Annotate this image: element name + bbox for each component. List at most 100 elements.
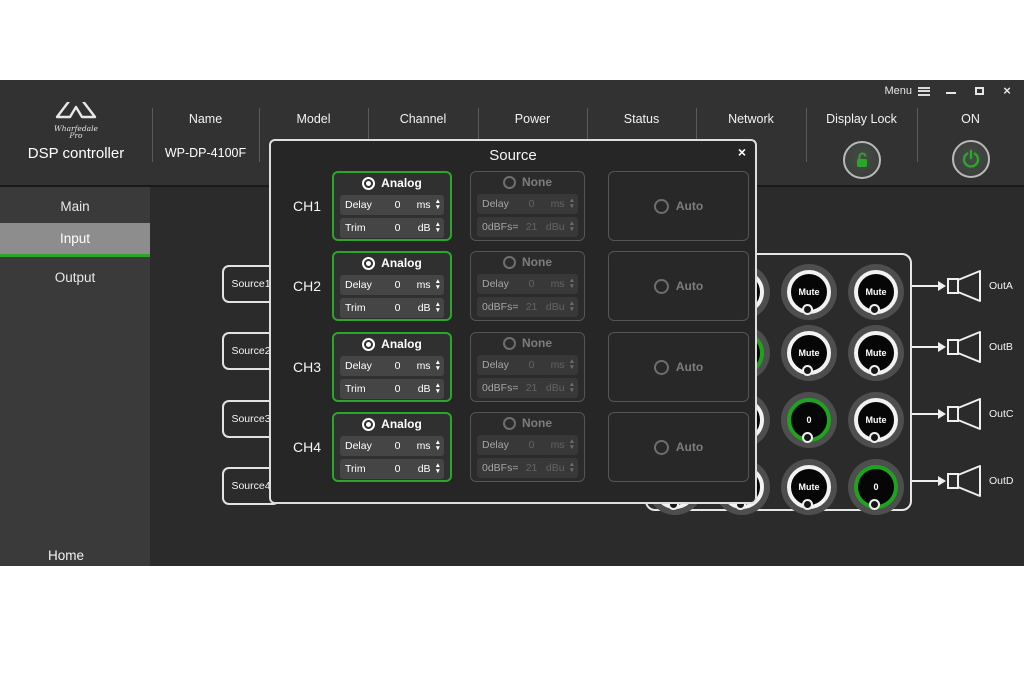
none-radio-row[interactable]: None (471, 172, 584, 192)
radio-selected-icon[interactable] (362, 338, 375, 351)
maximize-button[interactable] (972, 85, 986, 97)
auto-source-box[interactable]: Auto (608, 412, 749, 482)
analog-radio-row[interactable]: Analog (334, 173, 450, 193)
trim-unit: dB (409, 463, 431, 475)
trim-field[interactable]: Trim 0 dB ▲▼ (340, 218, 444, 238)
lock-open-icon (853, 151, 871, 169)
radio-unselected-icon[interactable] (503, 176, 516, 189)
trim-value[interactable]: 0 (387, 383, 409, 395)
auto-source-box[interactable]: Auto (608, 332, 749, 402)
sidebar-item-input[interactable]: Input (0, 223, 150, 257)
delay-spinner[interactable]: ▲▼ (435, 199, 441, 211)
routing-knob[interactable]: Mute (787, 331, 831, 375)
radio-selected-icon[interactable] (362, 177, 375, 190)
digital-source-box[interactable]: None Delay 0 ms ▲▼ 0dBFs= 21 dBu ▲▼ (470, 171, 585, 241)
analog-source-box[interactable]: Analog Delay 0 ms ▲▼ Trim 0 dB ▲▼ (332, 412, 452, 482)
radio-selected-icon[interactable] (362, 418, 375, 431)
none-radio-row[interactable]: None (471, 252, 584, 272)
radio-unselected-icon[interactable] (654, 440, 669, 455)
source-box-label: Source4 (231, 480, 270, 492)
delay-value[interactable]: 0 (387, 360, 409, 372)
power-icon (961, 149, 981, 169)
radio-unselected-icon[interactable] (654, 279, 669, 294)
trim-value[interactable]: 0 (387, 302, 409, 314)
spinner-down-icon[interactable]: ▼ (435, 446, 441, 452)
delay-spinner[interactable]: ▲▼ (435, 360, 441, 372)
trim-field[interactable]: Trim 0 dB ▲▼ (340, 379, 444, 399)
delay-field[interactable]: Delay 0 ms ▲▼ (340, 275, 444, 295)
routing-knob[interactable]: Mute (854, 398, 898, 442)
analog-source-box[interactable]: Analog Delay 0 ms ▲▼ Trim 0 dB ▲▼ (332, 171, 452, 241)
delay-field[interactable]: Delay 0 ms ▲▼ (340, 195, 444, 215)
trim-spinner[interactable]: ▲▼ (435, 302, 441, 314)
radio-unselected-icon[interactable] (654, 360, 669, 375)
none-radio-row[interactable]: None (471, 413, 584, 433)
sidebar-item-output[interactable]: Output (0, 263, 150, 293)
digital-source-box[interactable]: None Delay 0 ms ▲▼ 0dBFs= 21 dBu ▲▼ (470, 251, 585, 321)
none-radio-row[interactable]: None (471, 333, 584, 353)
delay-unit: ms (543, 198, 565, 210)
knob-indicator-dot (802, 432, 813, 443)
trim-unit: dB (409, 383, 431, 395)
digital-source-box[interactable]: None Delay 0 ms ▲▼ 0dBFs= 21 dBu ▲▼ (470, 412, 585, 482)
delay-field[interactable]: Delay 0 ms ▲▼ (340, 356, 444, 376)
analog-radio-row[interactable]: Analog (334, 334, 450, 354)
routing-knob[interactable]: Mute (854, 331, 898, 375)
trim-spinner[interactable]: ▲▼ (435, 463, 441, 475)
analog-radio-row[interactable]: Analog (334, 414, 450, 434)
minimize-icon (946, 92, 956, 94)
radio-dot (366, 181, 371, 186)
radio-unselected-icon[interactable] (503, 256, 516, 269)
dbfs-value: 21 (521, 462, 543, 474)
menu-button[interactable]: Menu (884, 85, 930, 97)
trim-value[interactable]: 0 (387, 222, 409, 234)
analog-radio-label: Analog (381, 256, 422, 270)
auto-source-box[interactable]: Auto (608, 251, 749, 321)
analog-source-box[interactable]: Analog Delay 0 ms ▲▼ Trim 0 dB ▲▼ (332, 251, 452, 321)
routing-knob[interactable]: Mute (787, 270, 831, 314)
display-lock-button[interactable] (843, 141, 881, 179)
delay-spinner[interactable]: ▲▼ (435, 279, 441, 291)
radio-selected-icon[interactable] (362, 257, 375, 270)
delay-value[interactable]: 0 (387, 199, 409, 211)
digital-source-box[interactable]: None Delay 0 ms ▲▼ 0dBFs= 21 dBu ▲▼ (470, 332, 585, 402)
routing-knob[interactable]: 0 (787, 398, 831, 442)
minimize-button[interactable] (944, 85, 958, 97)
analog-radio-row[interactable]: Analog (334, 253, 450, 273)
spinner-down-icon[interactable]: ▼ (435, 469, 441, 475)
radio-unselected-icon[interactable] (654, 199, 669, 214)
delay-field[interactable]: Delay 0 ms ▲▼ (340, 436, 444, 456)
delay-value[interactable]: 0 (387, 440, 409, 452)
spinner-down-icon[interactable]: ▼ (435, 285, 441, 291)
spinner-down-icon[interactable]: ▼ (435, 228, 441, 234)
auto-source-box[interactable]: Auto (608, 171, 749, 241)
trim-field[interactable]: Trim 0 dB ▲▼ (340, 298, 444, 318)
spinner-down-icon[interactable]: ▼ (435, 366, 441, 372)
trim-spinner[interactable]: ▲▼ (435, 383, 441, 395)
spinner-down-icon[interactable]: ▼ (435, 389, 441, 395)
close-window-button[interactable]: × (1000, 85, 1014, 97)
routing-knob[interactable]: Mute (854, 270, 898, 314)
delay-unit: ms (409, 279, 431, 291)
trim-field[interactable]: Trim 0 dB ▲▼ (340, 459, 444, 479)
delay-value[interactable]: 0 (387, 279, 409, 291)
delay-spinner[interactable]: ▲▼ (435, 440, 441, 452)
spinner-down-icon[interactable]: ▼ (435, 308, 441, 314)
trim-spinner[interactable]: ▲▼ (435, 222, 441, 234)
sidebar-item-main[interactable]: Main (0, 192, 150, 222)
spinner-down-icon[interactable]: ▼ (435, 205, 441, 211)
analog-source-box[interactable]: Analog Delay 0 ms ▲▼ Trim 0 dB ▲▼ (332, 332, 452, 402)
app-title: DSP controller (0, 145, 152, 162)
radio-unselected-icon[interactable] (503, 337, 516, 350)
dbfs-field-disabled: 0dBFs= 21 dBu ▲▼ (477, 217, 578, 237)
delay-label: Delay (482, 278, 521, 290)
channel-row: CH4 Analog Delay 0 ms ▲▼ (271, 412, 755, 482)
channel-label: CH3 (285, 332, 329, 402)
routing-knob[interactable]: 0 (854, 465, 898, 509)
routing-knob[interactable]: Mute (787, 465, 831, 509)
output-row: OutD (912, 463, 1024, 499)
analog-radio-label: Analog (381, 417, 422, 431)
radio-unselected-icon[interactable] (503, 417, 516, 430)
trim-value[interactable]: 0 (387, 463, 409, 475)
power-on-button[interactable] (952, 140, 990, 178)
